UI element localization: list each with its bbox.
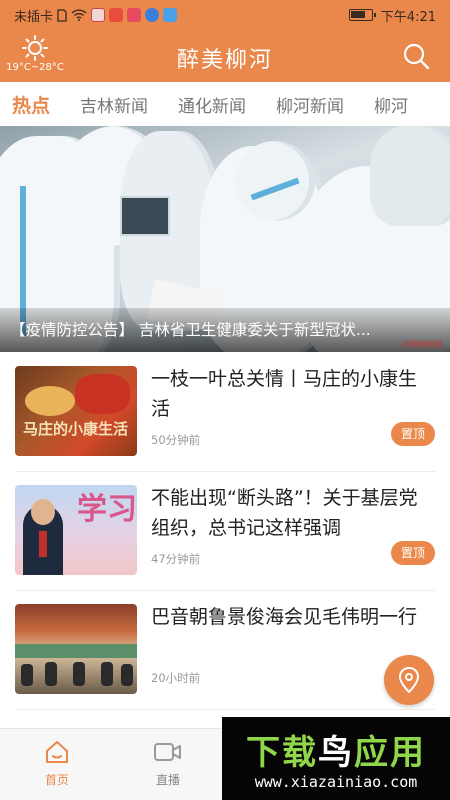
status-bar: 未插卡 下午4:21 bbox=[0, 0, 450, 30]
news-thumbnail: 马庄的小康生活 bbox=[15, 366, 137, 456]
search-icon bbox=[403, 43, 430, 70]
pinned-badge: 置顶 bbox=[391, 541, 435, 565]
watermark-brand-part: 鸟 bbox=[318, 733, 354, 773]
carrier-text: 未插卡 bbox=[14, 9, 54, 25]
watermark-brand: 下载鸟应用 bbox=[222, 725, 450, 774]
thumbnail-text: 马庄的小康生活 bbox=[23, 420, 129, 438]
news-title: 不能出现“断头路”！关于基层党组织，总书记这样强调 bbox=[151, 487, 418, 539]
watermark-brand-part: 应用 bbox=[354, 733, 426, 773]
nav-home[interactable]: 首页 bbox=[27, 739, 87, 788]
tab-liuhe[interactable]: 柳河 bbox=[374, 92, 408, 117]
location-button[interactable] bbox=[384, 655, 434, 705]
news-title: 一枝一叶总关情丨马庄的小康生活 bbox=[151, 368, 418, 420]
banner-caption: 【疫情防控公告】 吉林省卫生健康委关于新型冠状... bbox=[0, 308, 450, 352]
app-header: 19°C~28°C 醉美柳河 bbox=[0, 30, 450, 82]
app-notification-icon bbox=[91, 8, 106, 22]
thumbnail-text: 学习 bbox=[77, 492, 137, 527]
home-icon bbox=[46, 741, 68, 763]
watermark-url: www.xiazainiao.com bbox=[254, 773, 418, 791]
news-item[interactable]: 马庄的小康生活 一枝一叶总关情丨马庄的小康生活 50分钟前 置顶 bbox=[15, 354, 435, 472]
app-notification-icon bbox=[163, 8, 178, 22]
news-time: 20小时前 bbox=[151, 671, 201, 685]
battery-icon bbox=[348, 9, 376, 21]
news-time: 47分钟前 bbox=[151, 552, 201, 566]
news-item[interactable]: 学习 不能出现“断头路”！关于基层党组织，总书记这样强调 47分钟前 置顶 bbox=[15, 473, 435, 591]
category-tabs: 热点 吉林新闻 通化新闻 柳河新闻 柳河 bbox=[0, 82, 450, 126]
banner-watermark: 中国新闻网 bbox=[402, 340, 442, 349]
news-thumbnail: 学习 bbox=[15, 485, 137, 575]
wifi-icon bbox=[71, 9, 87, 21]
news-time: 50分钟前 bbox=[151, 433, 201, 447]
watermark-brand-part: 下载 bbox=[246, 733, 318, 773]
mail-notification-icon bbox=[127, 8, 142, 22]
app-title: 醉美柳河 bbox=[176, 48, 273, 73]
nav-live-label: 直播 bbox=[155, 773, 180, 787]
banner-carousel[interactable]: 【疫情防控公告】 吉林省卫生健康委关于新型冠状... 中国新闻网 bbox=[0, 126, 450, 352]
video-camera-icon bbox=[154, 743, 181, 761]
news-title: 巴音朝鲁景俊海会见毛伟明一行 bbox=[151, 606, 418, 628]
sim-icon bbox=[57, 8, 67, 22]
news-item[interactable]: 巴音朝鲁景俊海会见毛伟明一行 20小时前 bbox=[15, 592, 435, 710]
tab-tonghua-news[interactable]: 通化新闻 bbox=[178, 92, 246, 117]
search-button[interactable] bbox=[402, 42, 430, 70]
location-pin-icon bbox=[398, 667, 420, 693]
nav-live[interactable]: 直播 bbox=[138, 739, 198, 788]
nav-home-label: 首页 bbox=[44, 773, 69, 787]
app-notification-icon bbox=[109, 8, 124, 22]
tab-jilin-news[interactable]: 吉林新闻 bbox=[80, 92, 148, 117]
clock: 下午4:21 bbox=[380, 9, 436, 25]
tab-hot[interactable]: 热点 bbox=[12, 91, 50, 118]
app-notification-icon bbox=[145, 8, 160, 22]
news-thumbnail bbox=[15, 604, 137, 694]
tab-liuhe-news[interactable]: 柳河新闻 bbox=[276, 92, 344, 117]
pinned-badge: 置顶 bbox=[391, 422, 435, 446]
download-site-watermark: 下载鸟应用 www.xiazainiao.com bbox=[222, 717, 450, 800]
